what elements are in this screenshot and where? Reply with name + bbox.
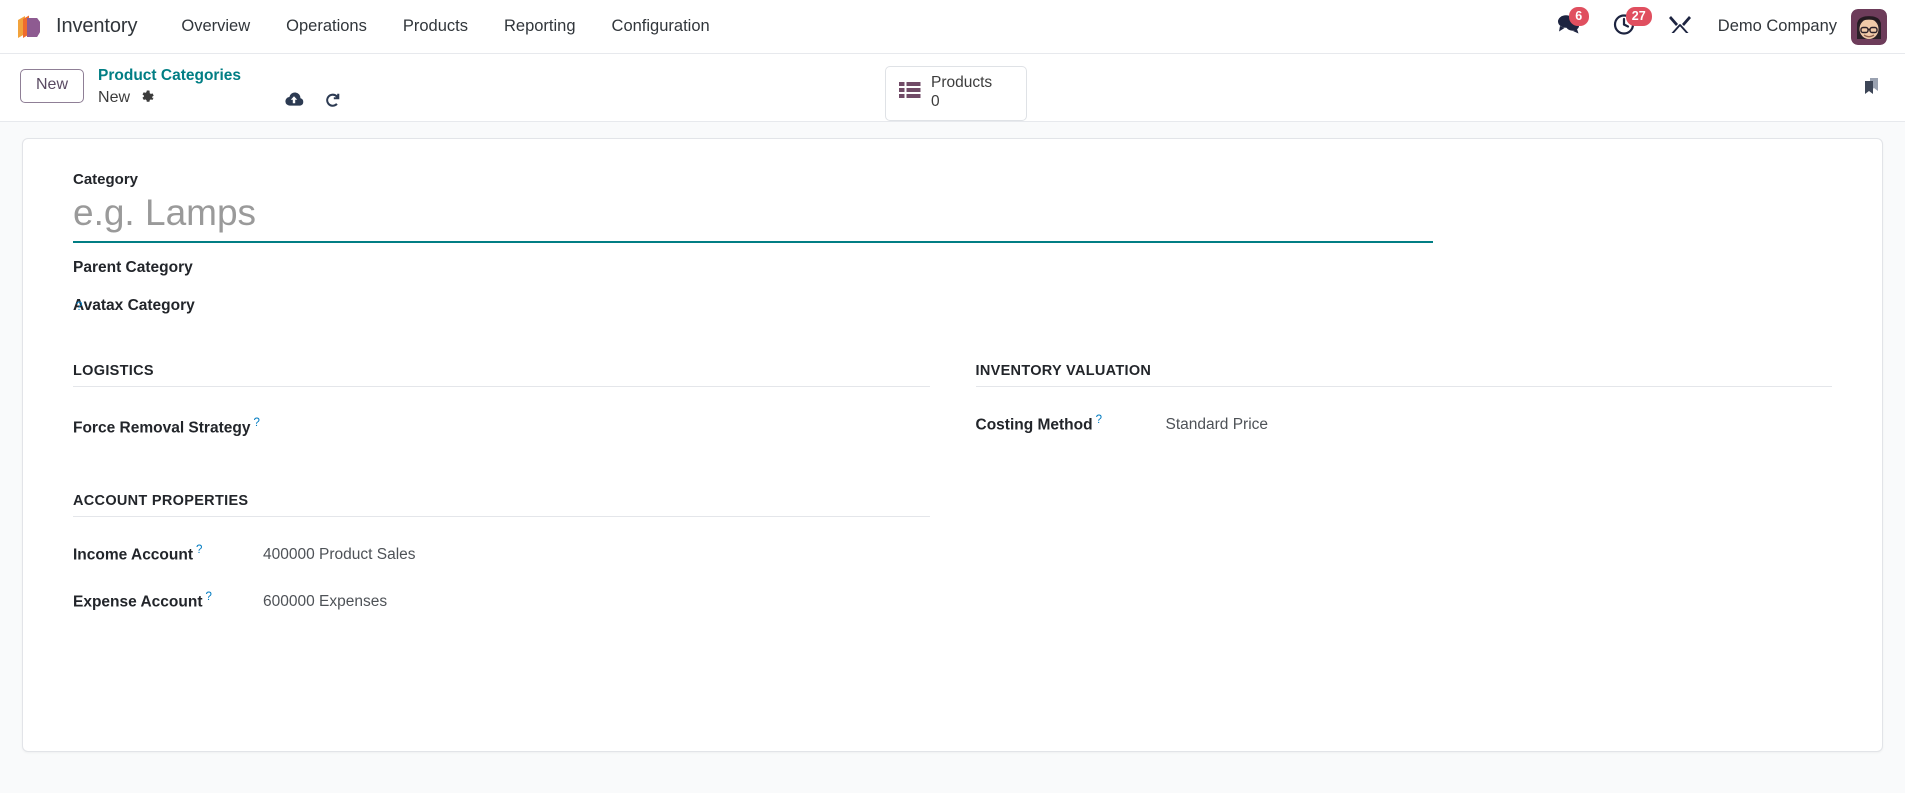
activities-badge: 27	[1625, 6, 1652, 26]
th-list-icon	[899, 81, 921, 104]
menu-item-overview[interactable]: Overview	[163, 11, 268, 42]
right-column: INVENTORY VALUATION Costing Method? Stan…	[975, 363, 1833, 639]
navbar-systray: 6 27 Demo Company	[1540, 0, 1891, 54]
breadcrumb-current-row: New	[98, 88, 241, 108]
products-stat-text: Products 0	[931, 74, 992, 112]
sheet-wrapper: Category Parent Category Avatax Category…	[0, 122, 1905, 752]
tools-wrench-icon	[1668, 13, 1692, 40]
costing-method-row: Costing Method? Standard Price	[976, 414, 1833, 435]
costing-method-label-wrap: Costing Method?	[976, 414, 1166, 434]
menu-item-operations[interactable]: Operations	[268, 11, 385, 42]
expense-account-row: Expense Account? 600000 Expenses	[73, 591, 930, 612]
force-removal-strategy-label: Force Removal Strategy	[73, 419, 251, 437]
app-name[interactable]: Inventory	[56, 15, 137, 38]
cloud-upload-icon[interactable]	[283, 91, 305, 109]
group-title-account-properties: ACCOUNT PROPERTIES	[73, 493, 930, 517]
income-account-label: Income Account	[73, 546, 193, 564]
breadcrumb-current: New	[98, 88, 131, 106]
costing-method-value[interactable]: Standard Price	[1166, 416, 1269, 435]
left-column: LOGISTICS Force Removal Strategy? ACCOUN…	[73, 363, 930, 639]
products-stat-button[interactable]: Products 0	[885, 66, 1027, 121]
undo-arrow-icon[interactable]	[323, 90, 343, 109]
products-stat-value: 0	[931, 92, 940, 110]
company-name[interactable]: Demo Company	[1708, 17, 1851, 36]
gear-icon[interactable]	[140, 90, 155, 105]
record-actions	[283, 90, 343, 109]
force-removal-strategy-row: Force Removal Strategy?	[73, 414, 930, 438]
help-icon-avatax-category[interactable]: ?	[76, 301, 82, 313]
parent-category-field[interactable]: Parent Category	[73, 259, 1832, 277]
user-avatar[interactable]	[1851, 8, 1887, 45]
form-sheet: Category Parent Category Avatax Category…	[22, 138, 1883, 752]
messages-button[interactable]: 6	[1540, 0, 1597, 54]
force-removal-strategy-value[interactable]	[273, 414, 473, 433]
top-navbar: Inventory Overview Operations Products R…	[0, 0, 1905, 54]
breadcrumb: Product Categories New	[98, 66, 241, 107]
force-removal-strategy-label-wrap: Force Removal Strategy?	[73, 417, 273, 437]
category-input[interactable]	[73, 190, 1433, 243]
bookmark-icon[interactable]	[1859, 74, 1885, 105]
income-account-label-wrap: Income Account?	[73, 544, 263, 564]
income-account-row: Income Account? 400000 Product Sales	[73, 544, 930, 565]
menu-item-configuration[interactable]: Configuration	[594, 11, 728, 42]
messages-badge: 6	[1568, 6, 1589, 26]
products-stat-label: Products	[931, 74, 993, 91]
help-icon-expense-account[interactable]: ?	[206, 591, 212, 603]
new-button[interactable]: New	[20, 69, 85, 103]
income-account-value[interactable]: 400000 Product Sales	[263, 546, 416, 565]
activities-button[interactable]: 27	[1597, 0, 1652, 54]
costing-method-label: Costing Method	[975, 416, 1093, 434]
avatax-category-field[interactable]: Avatax Category ?	[73, 297, 1832, 315]
control-panel-left: New Product Categories New	[20, 66, 343, 109]
expense-account-label: Expense Account	[73, 593, 203, 611]
debug-menu-button[interactable]	[1652, 0, 1708, 54]
expense-account-label-wrap: Expense Account?	[73, 591, 263, 611]
breadcrumb-parent-link[interactable]: Product Categories	[98, 67, 241, 86]
expense-account-value[interactable]: 600000 Expenses	[263, 593, 387, 612]
help-icon-force-removal-strategy[interactable]: ?	[253, 417, 259, 429]
form-columns: LOGISTICS Force Removal Strategy? ACCOUN…	[73, 363, 1832, 639]
odoo-cube-logo[interactable]	[14, 12, 44, 42]
help-icon-income-account[interactable]: ?	[196, 544, 202, 556]
group-title-inventory-valuation: INVENTORY VALUATION	[975, 363, 1832, 387]
menu-item-reporting[interactable]: Reporting	[486, 11, 594, 42]
category-title-block: Category	[73, 171, 1832, 243]
main-menu: Overview Operations Products Reporting C…	[163, 11, 727, 42]
menu-item-products[interactable]: Products	[385, 11, 486, 42]
stat-buttons: Products 0	[885, 66, 1027, 121]
category-label: Category	[73, 171, 139, 188]
group-title-logistics: LOGISTICS	[73, 363, 930, 387]
control-panel: New Product Categories New Products 0	[0, 54, 1905, 122]
help-icon-costing-method[interactable]: ?	[1096, 414, 1102, 426]
